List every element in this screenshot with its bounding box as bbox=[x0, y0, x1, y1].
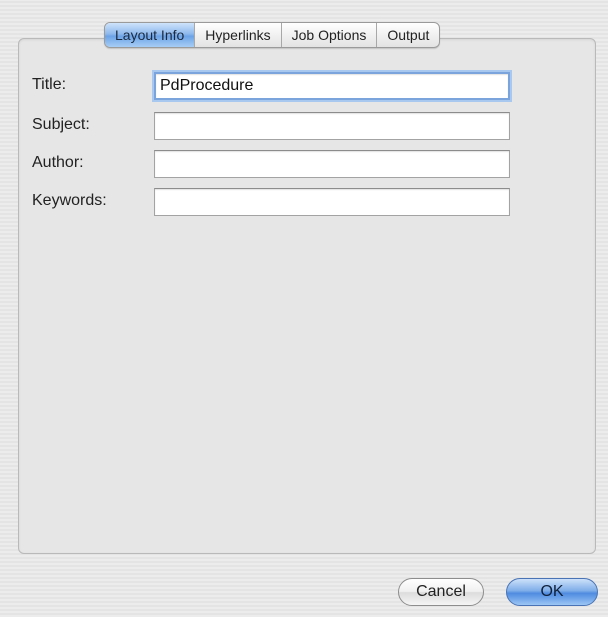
keywords-label: Keywords: bbox=[32, 192, 107, 209]
title-label: Title: bbox=[32, 76, 67, 93]
author-label: Author: bbox=[32, 154, 84, 171]
tab-bar: Layout Info Hyperlinks Job Options Outpu… bbox=[104, 22, 441, 48]
tab-hyperlinks[interactable]: Hyperlinks bbox=[194, 23, 280, 47]
subject-label: Subject: bbox=[32, 116, 90, 133]
keywords-field[interactable] bbox=[154, 188, 510, 216]
title-field[interactable] bbox=[154, 72, 510, 100]
cancel-button[interactable]: Cancel bbox=[398, 578, 484, 606]
tab-output[interactable]: Output bbox=[376, 23, 439, 47]
subject-field[interactable] bbox=[154, 112, 510, 140]
tab-job-options[interactable]: Job Options bbox=[280, 23, 377, 47]
ok-button[interactable]: OK bbox=[506, 578, 598, 606]
tab-layout-info[interactable]: Layout Info bbox=[105, 23, 195, 47]
author-field[interactable] bbox=[154, 150, 510, 178]
document-info-dialog: Layout Info Hyperlinks Job Options Outpu… bbox=[0, 0, 608, 617]
